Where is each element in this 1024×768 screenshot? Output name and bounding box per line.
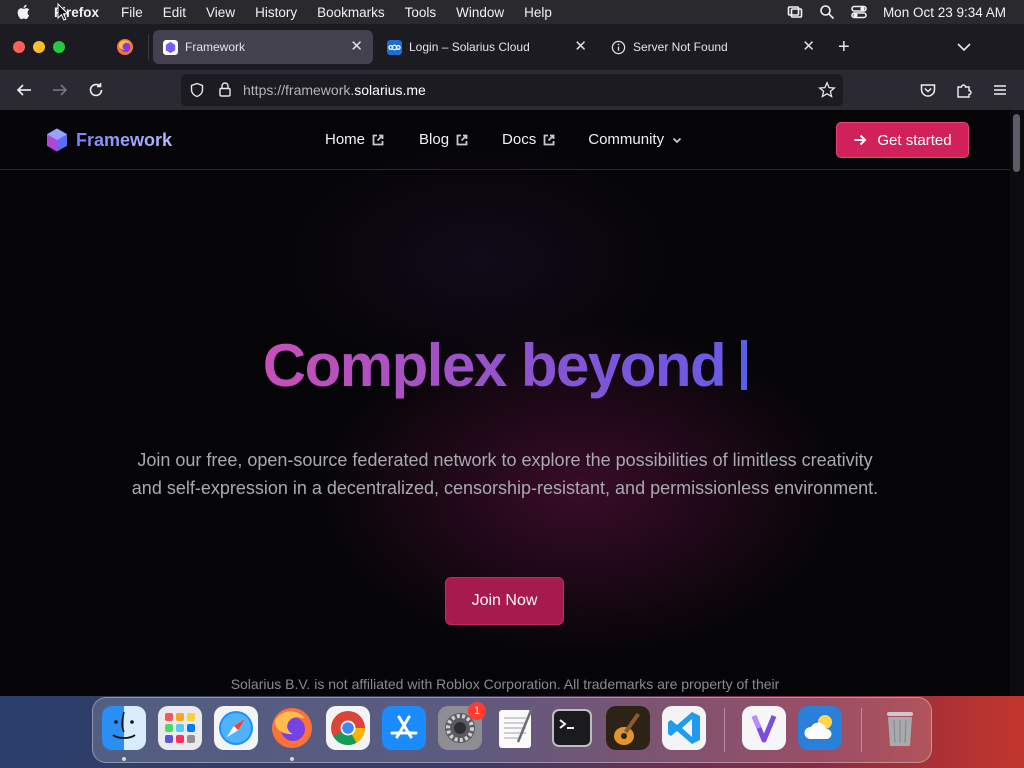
get-started-label: Get started <box>877 131 952 149</box>
site-logo-text: Framework <box>76 129 173 150</box>
nav-docs-link[interactable]: Docs <box>502 131 555 148</box>
menu-help[interactable]: Help <box>524 5 552 20</box>
site-nav: Home Blog Docs Community <box>325 131 683 148</box>
nav-blog-label: Blog <box>419 131 450 148</box>
nextcloud-favicon-icon <box>387 39 402 55</box>
reload-icon[interactable] <box>87 81 105 99</box>
hero-subtitle: Join our free, open-source federated net… <box>131 450 879 498</box>
finder-icon[interactable] <box>102 706 146 750</box>
tab-server-not-found[interactable]: Server Not Found ✕ <box>601 30 825 64</box>
framework-cube-icon <box>47 128 67 152</box>
tab-separator <box>148 34 149 60</box>
firefox-view-icon[interactable] <box>116 38 134 56</box>
tracking-protection-shield-icon[interactable] <box>189 82 205 98</box>
close-window-button[interactable] <box>13 41 25 53</box>
tab-strip: Framework ✕ Login – Solarius Cloud ✕ Ser… <box>0 24 1024 70</box>
site-logo[interactable]: Framework <box>44 127 172 153</box>
chevron-down-icon <box>672 137 682 143</box>
forward-arrow-icon[interactable] <box>51 81 69 99</box>
menu-view[interactable]: View <box>206 5 235 20</box>
running-indicator <box>122 757 126 761</box>
terminal-icon[interactable] <box>550 706 594 750</box>
close-tab-icon[interactable]: ✕ <box>350 39 363 54</box>
hamburger-menu-icon[interactable] <box>991 81 1009 99</box>
tab-title: Framework <box>185 40 246 54</box>
chrome-icon[interactable] <box>326 706 370 750</box>
spotlight-search-icon[interactable] <box>819 4 835 20</box>
dock-separator <box>724 708 725 752</box>
page-scrollbar-thumb[interactable] <box>1013 114 1020 172</box>
tab-title: Login – Solarius Cloud <box>409 40 530 54</box>
navigation-toolbar: https://framework.solarius.me <box>0 70 1024 110</box>
extensions-puzzle-icon[interactable] <box>955 81 973 99</box>
nav-blog-link[interactable]: Blog <box>419 131 468 148</box>
menu-edit[interactable]: Edit <box>163 5 186 20</box>
menu-file[interactable]: File <box>121 5 143 20</box>
join-now-button[interactable]: Join Now <box>445 577 564 625</box>
info-icon <box>611 40 626 54</box>
external-link-icon <box>543 134 555 145</box>
control-center-icon[interactable] <box>851 4 867 20</box>
external-link-icon <box>456 134 468 145</box>
hero-title-text: Complex beyond <box>262 332 727 399</box>
zoom-window-button[interactable] <box>53 41 65 53</box>
system-settings-badge: 1 <box>468 702 486 720</box>
menu-tools[interactable]: Tools <box>405 5 437 20</box>
launchpad-icon[interactable] <box>158 706 202 750</box>
minimize-window-button[interactable] <box>33 41 45 53</box>
firefox-icon[interactable] <box>270 706 314 750</box>
apple-menu-icon[interactable] <box>0 4 46 20</box>
tab-title: Server Not Found <box>633 40 728 54</box>
pocket-icon[interactable] <box>919 81 937 99</box>
app-store-icon[interactable] <box>382 706 426 750</box>
address-bar[interactable]: https://framework.solarius.me <box>181 74 843 106</box>
tab-framework[interactable]: Framework ✕ <box>153 30 373 64</box>
nav-community-label: Community <box>588 131 665 148</box>
web-page: Framework Home Blog Docs Community Get s… <box>0 110 1010 696</box>
nav-home-link[interactable]: Home <box>325 131 384 148</box>
url-text[interactable]: https://framework.solarius.me <box>243 82 426 98</box>
close-tab-icon[interactable]: ✕ <box>574 39 587 54</box>
tab-solarius-login[interactable]: Login – Solarius Cloud ✕ <box>377 30 597 64</box>
nav-home-label: Home <box>325 131 366 148</box>
visual-studio-icon[interactable] <box>742 706 786 750</box>
dock <box>92 697 932 763</box>
hero-title: Complex beyond <box>0 332 1010 400</box>
disclaimer-text: Solarius B.V. is not affiliated with Rob… <box>230 676 780 692</box>
garageband-icon[interactable] <box>606 706 650 750</box>
get-started-button[interactable]: Get started <box>836 122 969 158</box>
framework-favicon-icon <box>163 39 178 55</box>
close-tab-icon[interactable]: ✕ <box>802 39 815 54</box>
dock-separator <box>861 708 862 752</box>
nav-community-dropdown[interactable]: Community <box>588 131 683 148</box>
list-all-tabs-icon[interactable] <box>956 40 972 54</box>
arrow-right-icon <box>854 134 867 146</box>
menu-bar: Firefox File Edit View History Bookmarks… <box>0 0 1024 24</box>
textedit-icon[interactable] <box>494 706 538 750</box>
bookmark-star-icon[interactable] <box>818 81 836 99</box>
page-scrollbar[interactable] <box>1010 110 1024 696</box>
menu-window[interactable]: Window <box>456 5 504 20</box>
trash-icon[interactable] <box>878 706 922 750</box>
url-host: solarius.me <box>354 82 426 98</box>
lock-icon[interactable] <box>217 81 233 98</box>
typing-caret <box>741 340 748 390</box>
new-tab-icon[interactable]: + <box>838 37 850 57</box>
safari-icon[interactable] <box>214 706 258 750</box>
screen-mirroring-icon[interactable] <box>787 4 803 20</box>
url-prefix: https://framework. <box>243 82 355 98</box>
menu-history[interactable]: History <box>255 5 297 20</box>
nav-docs-label: Docs <box>502 131 537 148</box>
back-arrow-icon[interactable] <box>15 81 33 99</box>
site-header: Framework Home Blog Docs Community Get s… <box>0 110 1010 170</box>
window-controls <box>13 41 65 53</box>
weather-icon[interactable] <box>798 706 842 750</box>
menu-bookmarks[interactable]: Bookmarks <box>317 5 385 20</box>
external-link-icon <box>372 134 384 145</box>
running-indicator <box>290 757 294 761</box>
vscode-icon[interactable] <box>662 706 706 750</box>
mouse-cursor-icon <box>57 3 69 21</box>
menu-clock[interactable]: Mon Oct 23 9:34 AM <box>883 5 1006 20</box>
